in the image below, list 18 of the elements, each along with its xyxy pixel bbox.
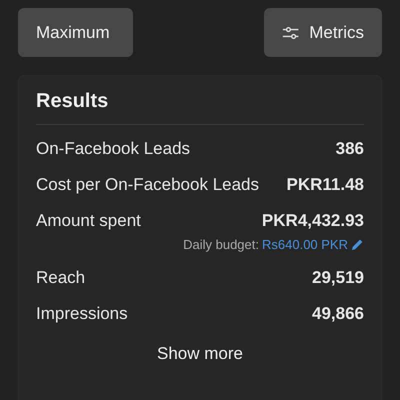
sliders-icon <box>282 24 300 40</box>
results-title: Results <box>36 90 110 113</box>
metric-value: PKR11.48 <box>286 175 364 195</box>
metrics-button[interactable]: Metrics <box>264 8 382 57</box>
pencil-icon[interactable] <box>351 238 364 251</box>
metric-label: Cost per On-Facebook Leads <box>36 175 260 195</box>
metric-value: 386 <box>336 139 364 159</box>
metric-label: Amount spent <box>36 211 141 231</box>
metric-value: 29,519 <box>312 268 364 288</box>
show-more-button[interactable]: Show more <box>149 340 251 368</box>
metric-value: 49,866 <box>312 304 364 324</box>
metric-label: Impressions <box>36 304 128 324</box>
budget-link[interactable]: Rs640.00 PKR <box>262 237 348 252</box>
budget-label: Daily budget: <box>183 237 259 252</box>
metric-label: On-Facebook Leads <box>36 139 190 159</box>
bid-strategy-button[interactable]: Maximum <box>18 8 133 57</box>
metric-label: Reach <box>36 268 86 288</box>
metric-value: PKR4,432.93 <box>262 211 364 231</box>
